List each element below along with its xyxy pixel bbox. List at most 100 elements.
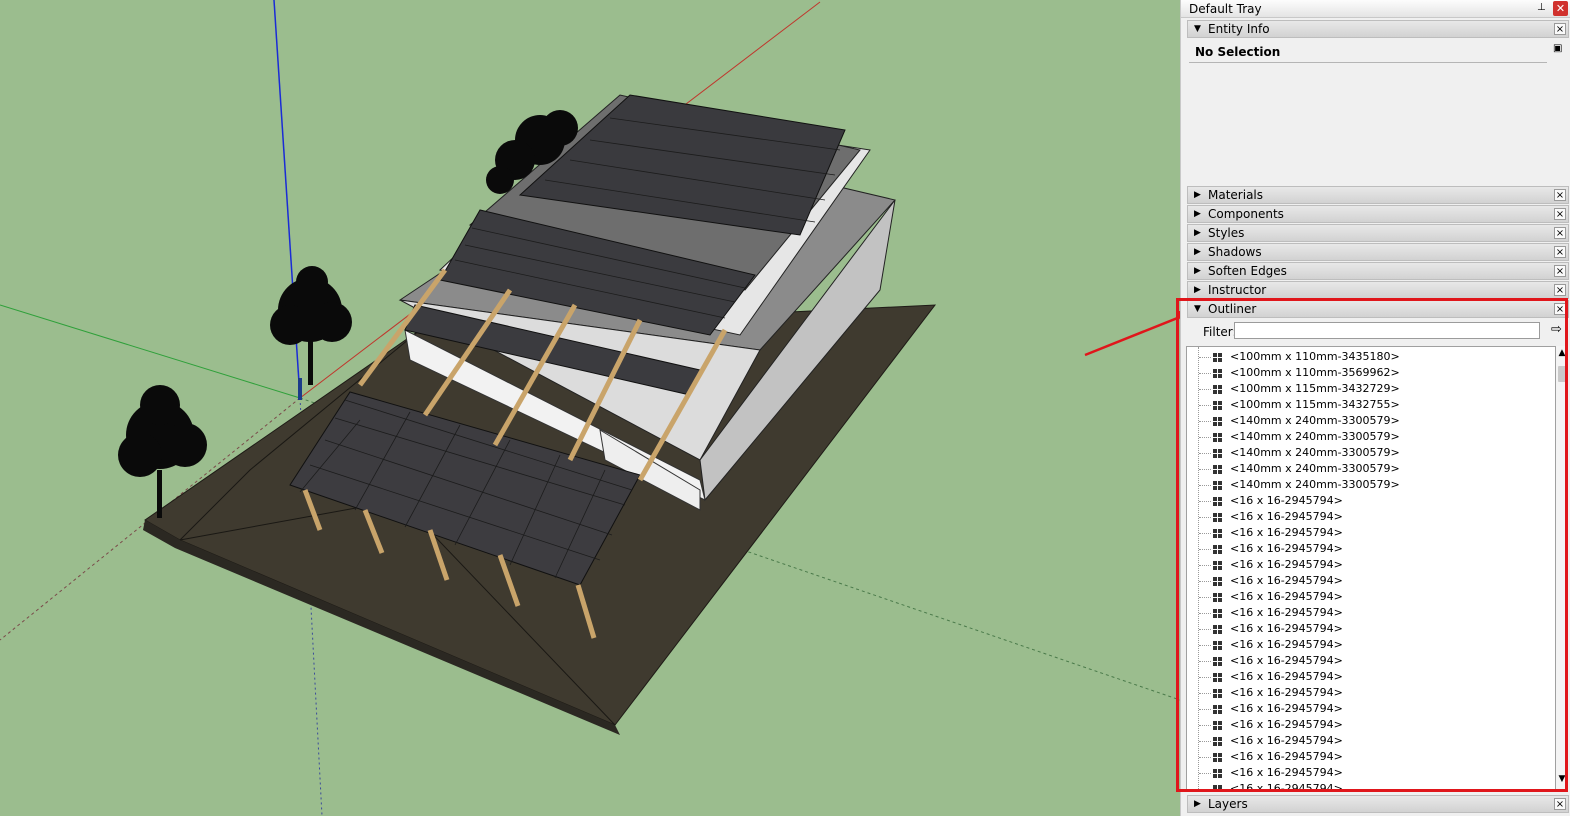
- outliner-row-label: <16 x 16-2945794>: [1230, 782, 1343, 790]
- close-icon[interactable]: ×: [1554, 246, 1566, 258]
- outliner-row-label: <16 x 16-2945794>: [1230, 510, 1343, 523]
- tree-connector: [1199, 709, 1211, 710]
- tree-connector: [1199, 485, 1211, 486]
- component-icon: [1213, 689, 1222, 698]
- tree-connector: [1199, 581, 1211, 582]
- outliner-row-label: <16 x 16-2945794>: [1230, 542, 1343, 555]
- panel-label: Materials: [1208, 188, 1264, 202]
- expanded-arrow-icon: ▼: [1194, 24, 1201, 34]
- close-icon[interactable]: ×: [1554, 23, 1566, 35]
- tree-connector: [1199, 549, 1211, 550]
- component-icon: [1213, 673, 1222, 682]
- default-tray: Default Tray ⊥ ✕ ▼ Entity Info × No Sele…: [1180, 0, 1570, 816]
- collapsed-arrow-icon: ▶: [1194, 209, 1201, 219]
- outliner-row-label: <16 x 16-2945794>: [1230, 734, 1343, 747]
- component-icon: [1213, 769, 1222, 778]
- green-axis: [0, 304, 301, 399]
- outliner-row-label: <16 x 16-2945794>: [1230, 750, 1343, 763]
- panel-header-components[interactable]: ▶ Components ×: [1187, 205, 1569, 223]
- panel-header-instructor[interactable]: ▶ Instructor ×: [1187, 281, 1569, 299]
- tree-connector: [1199, 677, 1211, 678]
- panel-header-shadows[interactable]: ▶ Shadows ×: [1187, 243, 1569, 261]
- component-icon: [1213, 593, 1222, 602]
- close-icon[interactable]: ×: [1554, 798, 1566, 810]
- component-icon: [1213, 577, 1222, 586]
- panel-header-materials[interactable]: ▶ Materials ×: [1187, 186, 1569, 204]
- tree-connector: [1199, 725, 1211, 726]
- close-icon[interactable]: ×: [1554, 303, 1566, 315]
- outliner-row-label: <16 x 16-2945794>: [1230, 558, 1343, 571]
- collapsed-arrow-icon: ▶: [1194, 285, 1201, 295]
- person-figure: [298, 378, 302, 400]
- tray-titlebar: Default Tray ⊥ ✕: [1181, 0, 1570, 18]
- component-icon: [1213, 529, 1222, 538]
- collapsed-arrow-icon: ▶: [1194, 247, 1201, 257]
- outliner-row-label: <16 x 16-2945794>: [1230, 638, 1343, 651]
- scroll-up-icon[interactable]: ▲: [1556, 348, 1568, 360]
- outliner-row-label: <140mm x 240mm-3300579>: [1230, 462, 1400, 475]
- panel-label: Soften Edges: [1208, 264, 1287, 278]
- panel-header-entity-info[interactable]: ▼ Entity Info ×: [1187, 20, 1569, 38]
- model-viewport[interactable]: [0, 0, 1180, 816]
- outliner-scrollbar[interactable]: ▲ ▼: [1556, 346, 1568, 790]
- tree-connector: [1199, 469, 1211, 470]
- outliner-row-label: <140mm x 240mm-3300579>: [1230, 478, 1400, 491]
- component-icon: [1213, 545, 1222, 554]
- outliner-row-label: <16 x 16-2945794>: [1230, 702, 1343, 715]
- outliner-row-label: <16 x 16-2945794>: [1230, 574, 1343, 587]
- tree-connector: [1199, 613, 1211, 614]
- collapsed-arrow-icon: ▶: [1194, 266, 1201, 276]
- outliner-details-icon[interactable]: ⇨: [1551, 322, 1565, 338]
- close-icon[interactable]: ×: [1554, 189, 1566, 201]
- close-icon[interactable]: ×: [1554, 208, 1566, 220]
- component-icon: [1213, 625, 1222, 634]
- entity-status: No Selection: [1195, 45, 1281, 59]
- outliner-row-label: <16 x 16-2945794>: [1230, 606, 1343, 619]
- tree-connector: [1199, 645, 1211, 646]
- outliner-filter-input[interactable]: [1234, 322, 1540, 339]
- close-icon[interactable]: ×: [1554, 265, 1566, 277]
- component-icon: [1213, 369, 1222, 378]
- tree-connector: [1199, 533, 1211, 534]
- component-icon: [1213, 785, 1222, 789]
- tree-connector: [1199, 789, 1211, 790]
- panel-label: Entity Info: [1208, 22, 1270, 36]
- outliner-row-label: <16 x 16-2945794>: [1230, 766, 1343, 779]
- outliner-row-label: <16 x 16-2945794>: [1230, 526, 1343, 539]
- component-icon: [1213, 353, 1222, 362]
- collapsed-arrow-icon: ▶: [1194, 228, 1201, 238]
- component-icon: [1213, 417, 1222, 426]
- tray-title: Default Tray: [1189, 2, 1262, 16]
- outliner-tree[interactable]: <100mm x 110mm-3435180> <100mm x 110mm-35…: [1186, 346, 1556, 790]
- panel-label: Components: [1208, 207, 1284, 221]
- panel-header-layers[interactable]: ▶ Layers ×: [1187, 795, 1569, 813]
- outliner-row-label: <140mm x 240mm-3300579>: [1230, 414, 1400, 427]
- tree-connector: [1199, 565, 1211, 566]
- tree-connector: [1199, 405, 1211, 406]
- outliner-row-label: <16 x 16-2945794>: [1230, 622, 1343, 635]
- component-icon: [1213, 737, 1222, 746]
- close-icon[interactable]: ×: [1554, 284, 1566, 296]
- panel-header-soften-edges[interactable]: ▶ Soften Edges ×: [1187, 262, 1569, 280]
- scroll-thumb[interactable]: [1558, 366, 1566, 382]
- component-icon: [1213, 641, 1222, 650]
- panel-header-outliner[interactable]: ▼ Outliner ×: [1187, 300, 1569, 318]
- outliner-row-label: <140mm x 240mm-3300579>: [1230, 430, 1400, 443]
- model-scene[interactable]: [0, 0, 1180, 816]
- component-icon: [1213, 513, 1222, 522]
- tree-connector: [1199, 693, 1211, 694]
- component-icon: [1213, 449, 1222, 458]
- outliner-row-label: <100mm x 115mm-3432729>: [1230, 382, 1400, 395]
- panel-label: Instructor: [1208, 283, 1267, 297]
- tree-connector: [1199, 357, 1211, 358]
- collapsed-arrow-icon: ▶: [1194, 799, 1201, 809]
- tree-connector: [1199, 421, 1211, 422]
- panel-header-styles[interactable]: ▶ Styles ×: [1187, 224, 1569, 242]
- close-icon[interactable]: ×: [1554, 227, 1566, 239]
- tray-close-button[interactable]: ✕: [1553, 1, 1568, 16]
- toggle-details-icon[interactable]: ▣: [1553, 43, 1564, 59]
- pin-icon[interactable]: ⊥: [1537, 2, 1547, 14]
- tree-connector: [1199, 773, 1211, 774]
- tree-connector: [1199, 389, 1211, 390]
- scroll-down-icon[interactable]: ▼: [1556, 774, 1568, 786]
